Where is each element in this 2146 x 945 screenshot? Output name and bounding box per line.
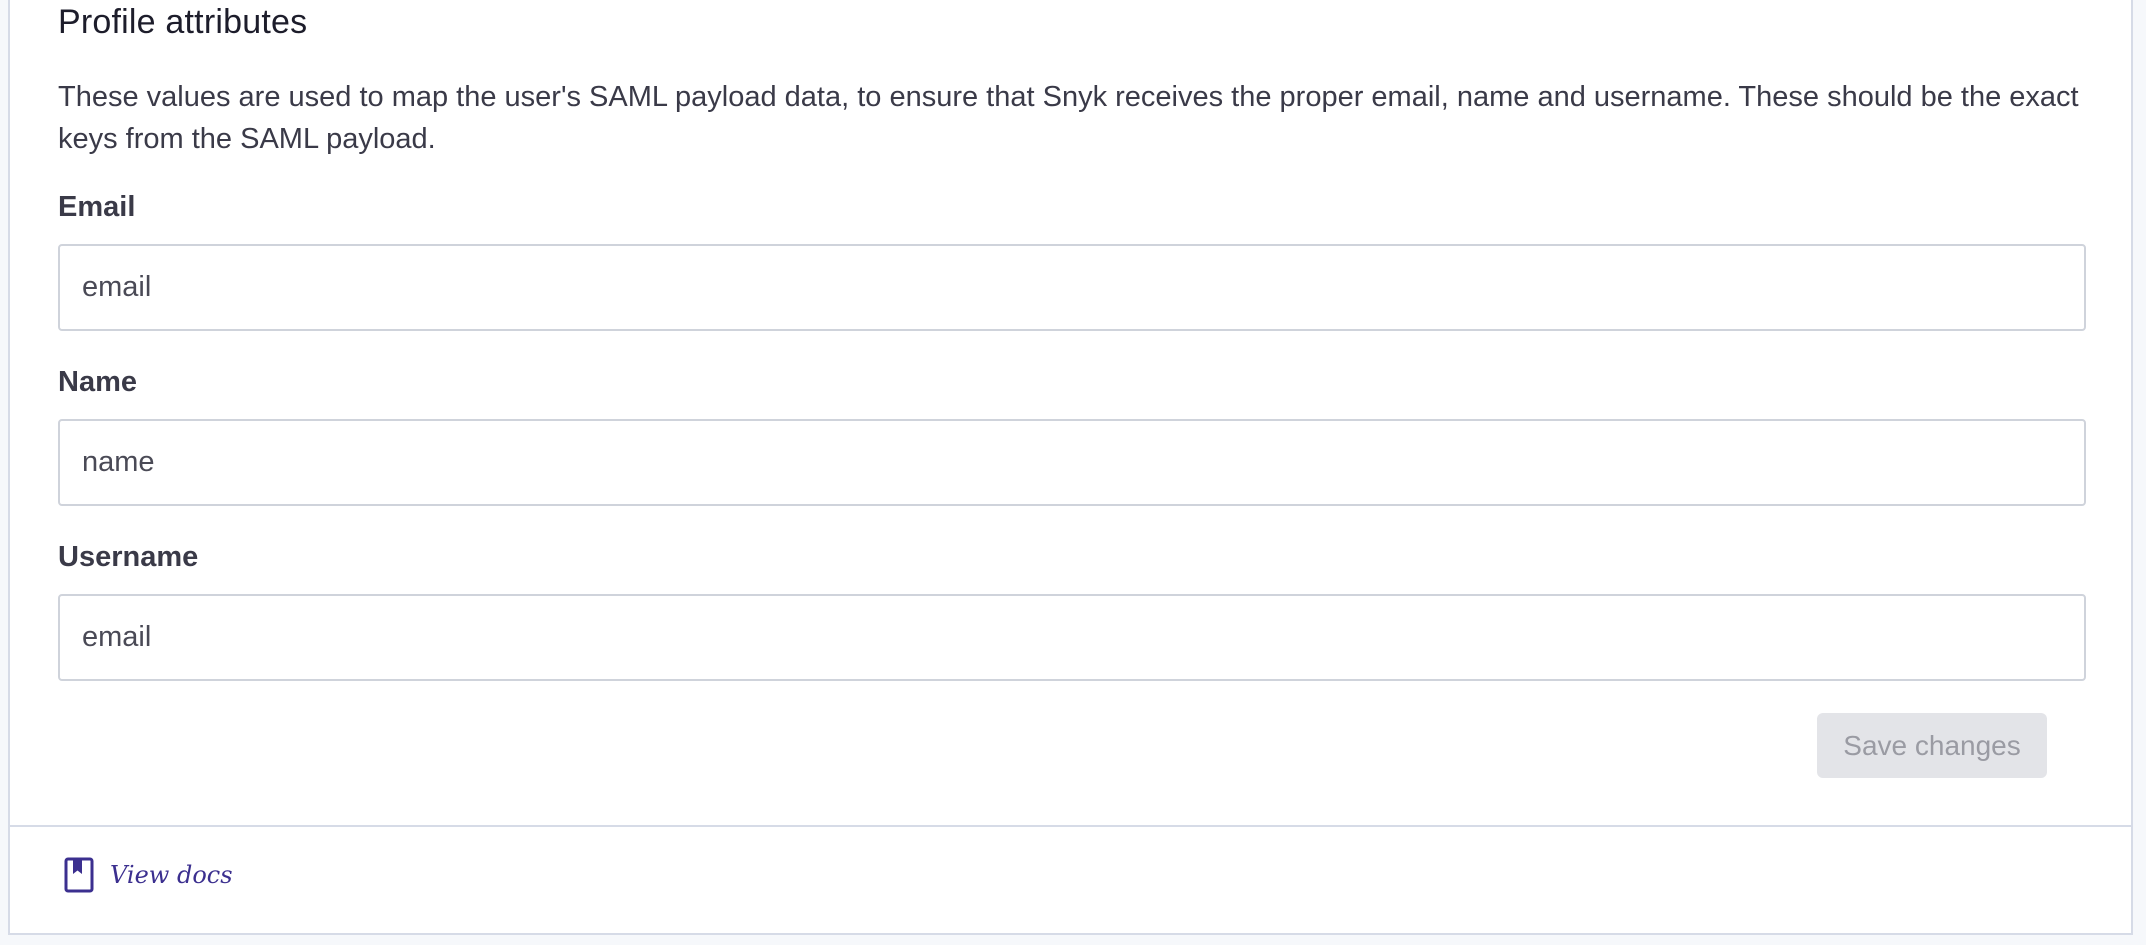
username-label: Username — [58, 541, 199, 573]
email-field[interactable] — [58, 244, 2086, 331]
username-field[interactable] — [58, 594, 2086, 681]
section-title: Profile attributes — [58, 3, 308, 41]
name-label: Name — [58, 366, 137, 398]
footer-divider — [10, 825, 2131, 827]
view-docs-link[interactable]: View docs — [64, 857, 233, 893]
email-label: Email — [58, 191, 136, 223]
bookmark-icon — [64, 857, 94, 893]
view-docs-label: View docs — [110, 861, 233, 889]
name-field[interactable] — [58, 419, 2086, 506]
section-description: These values are used to map the user's … — [58, 81, 2079, 155]
save-changes-button[interactable]: Save changes — [1817, 713, 2047, 778]
profile-attributes-card: Profile attributes These values are used… — [8, 0, 2133, 935]
